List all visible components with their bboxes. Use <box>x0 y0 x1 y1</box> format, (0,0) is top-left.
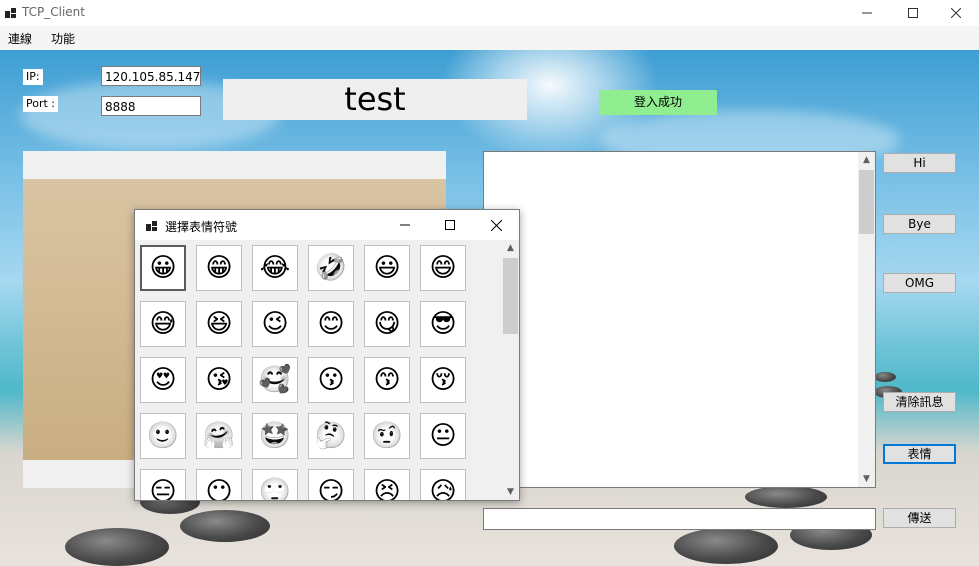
emoji-button-0[interactable]: 😀 <box>140 245 186 291</box>
emoji-button-6[interactable]: 😅 <box>140 301 186 347</box>
ip-label: IP: <box>23 69 43 85</box>
emoji-button-2[interactable]: 😂 <box>252 245 298 291</box>
emoji-button-18[interactable]: 🙂 <box>140 413 186 459</box>
picture-frame-top <box>23 151 446 179</box>
emoji-button-17[interactable]: 😚 <box>420 357 466 403</box>
topic-title: test <box>223 79 527 120</box>
bye-button[interactable]: Bye <box>883 214 956 234</box>
emoji-dialog-title: 選擇表情符號 <box>165 220 238 234</box>
app-icon <box>146 221 157 231</box>
emoji-dialog: 選擇表情符號 😀 😁 😂 🤣 😃 😄 😅 😆 😉 😊 😋 😎 😍 😘 🥰 😗 😙 😚 🙂 🤗 🤩 🤔 🤨 😐 😑 😶 🙄 😏 😣 😥 ▲ … <box>134 209 520 501</box>
close-icon <box>951 8 961 18</box>
emoji-button-26[interactable]: 🙄 <box>252 469 298 500</box>
scroll-thumb[interactable] <box>859 170 874 234</box>
emoji-button-4[interactable]: 😃 <box>364 245 410 291</box>
emoji-button-8[interactable]: 😉 <box>252 301 298 347</box>
background-stone <box>65 528 169 566</box>
background-stone <box>874 372 896 382</box>
emoji-button-28[interactable]: 😣 <box>364 469 410 500</box>
emoji-button-29[interactable]: 😥 <box>420 469 466 500</box>
emoji-button-21[interactable]: 🤔 <box>308 413 354 459</box>
emoji-button-5[interactable]: 😄 <box>420 245 466 291</box>
title-bar: TCP_Client <box>0 0 979 26</box>
background-stone <box>674 528 778 564</box>
emoji-button-12[interactable]: 😍 <box>140 357 186 403</box>
menu-bar: 連線 功能 <box>0 26 979 50</box>
dialog-minimize-button[interactable] <box>382 210 428 240</box>
emoji-button-3[interactable]: 🤣 <box>308 245 354 291</box>
minimize-icon <box>400 224 410 226</box>
emoji-button-9[interactable]: 😊 <box>308 301 354 347</box>
emoji-scrollbar[interactable]: ▲ ▼ <box>502 240 519 500</box>
clear-messages-button[interactable]: 清除訊息 <box>883 392 956 412</box>
message-input[interactable] <box>483 508 876 530</box>
emoji-dialog-titlebar[interactable]: 選擇表情符號 <box>135 210 519 240</box>
emoji-button-11[interactable]: 😎 <box>420 301 466 347</box>
emoji-button-19[interactable]: 🤗 <box>196 413 242 459</box>
scroll-down-arrow-icon[interactable]: ▼ <box>502 484 519 500</box>
scroll-down-arrow-icon[interactable]: ▼ <box>858 471 875 487</box>
scroll-thumb[interactable] <box>503 258 518 334</box>
close-icon <box>490 219 502 231</box>
menu-function[interactable]: 功能 <box>51 30 75 47</box>
app-icon <box>5 8 16 18</box>
maximize-icon <box>908 8 918 18</box>
emoji-button[interactable]: 表情 <box>883 444 956 464</box>
scroll-up-arrow-icon[interactable]: ▲ <box>502 240 519 256</box>
emoji-button-27[interactable]: 😏 <box>308 469 354 500</box>
background-stone <box>180 510 270 542</box>
minimize-button[interactable] <box>844 0 890 26</box>
send-button[interactable]: 傳送 <box>883 508 956 528</box>
login-status: 登入成功 <box>599 90 717 115</box>
minimize-icon <box>862 12 872 14</box>
emoji-button-16[interactable]: 😙 <box>364 357 410 403</box>
hi-button[interactable]: Hi <box>883 153 956 173</box>
dialog-maximize-button[interactable] <box>427 210 473 240</box>
port-input[interactable]: 8888 <box>101 96 201 116</box>
emoji-button-22[interactable]: 🤨 <box>364 413 410 459</box>
emoji-button-13[interactable]: 😘 <box>196 357 242 403</box>
emoji-button-14[interactable]: 🥰 <box>252 357 298 403</box>
emoji-button-25[interactable]: 😶 <box>196 469 242 500</box>
emoji-button-1[interactable]: 😁 <box>196 245 242 291</box>
message-scrollbar[interactable]: ▲ ▼ <box>858 152 875 487</box>
emoji-button-24[interactable]: 😑 <box>140 469 186 500</box>
menu-connect[interactable]: 連線 <box>8 30 32 47</box>
emoji-button-20[interactable]: 🤩 <box>252 413 298 459</box>
emoji-button-10[interactable]: 😋 <box>364 301 410 347</box>
omg-button[interactable]: OMG <box>883 273 956 293</box>
close-button[interactable] <box>933 0 979 26</box>
emoji-button-23[interactable]: 😐 <box>420 413 466 459</box>
maximize-icon <box>445 220 455 230</box>
scroll-up-arrow-icon[interactable]: ▲ <box>858 152 875 168</box>
port-label: Port : <box>23 96 59 112</box>
window-title: TCP_Client <box>22 5 85 19</box>
maximize-button[interactable] <box>890 0 936 26</box>
ip-input[interactable]: 120.105.85.147 <box>101 66 201 86</box>
background-stone <box>745 486 827 508</box>
message-log[interactable]: ▲ ▼ <box>483 151 876 488</box>
emoji-button-15[interactable]: 😗 <box>308 357 354 403</box>
emoji-button-7[interactable]: 😆 <box>196 301 242 347</box>
dialog-close-button[interactable] <box>473 210 519 240</box>
